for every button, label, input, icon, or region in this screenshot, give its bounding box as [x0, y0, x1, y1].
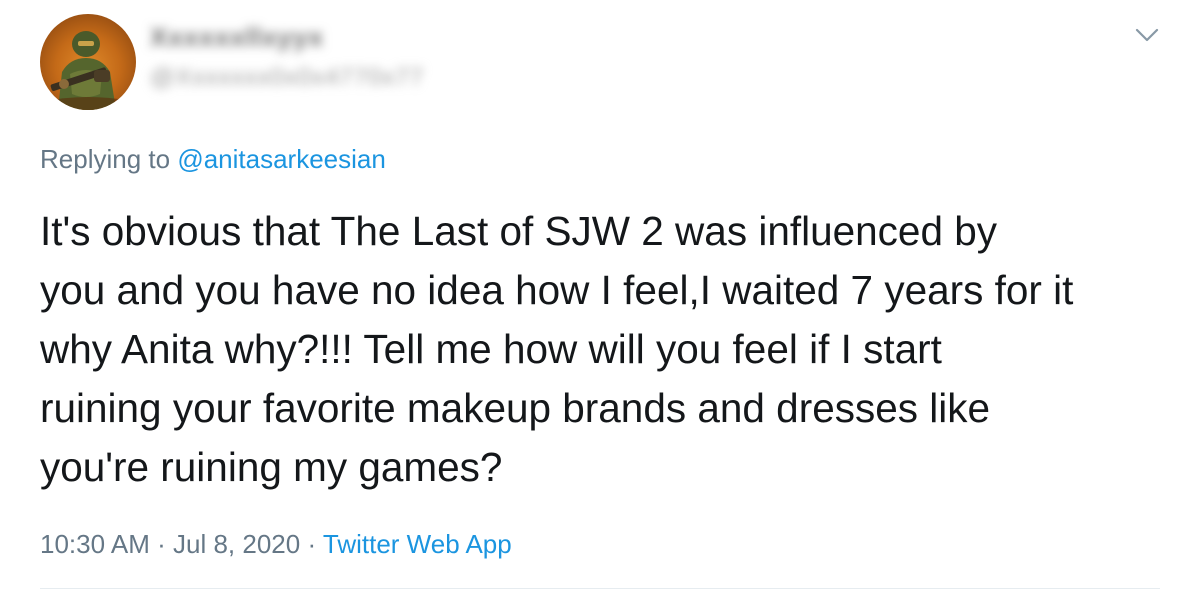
tweet-text-line: you and you have no idea how I feel,I wa… — [40, 267, 1074, 313]
tweet-text-line: you're ruining my games? — [40, 444, 503, 490]
tweet-text-line: It's obvious that The Last of SJW 2 was … — [40, 208, 997, 254]
doom-marine-avatar-icon — [40, 31, 136, 110]
tweet-text-line: ruining your favorite makeup brands and … — [40, 385, 991, 431]
tweet-card: Xxxxxxllxyyx @Xxxxxxx0x0x4770x77 Replyin… — [0, 0, 1200, 600]
meta-separator: · — [157, 529, 166, 559]
tweet-time-link[interactable]: 10:30 AM — [40, 529, 150, 559]
tweet-text: It's obvious that The Last of SJW 2 was … — [40, 202, 1160, 497]
tweet-text-line: why Anita why?!!! Tell me how will you f… — [40, 326, 942, 372]
tweet-source-link[interactable]: Twitter Web App — [323, 529, 512, 559]
tweet-date-link[interactable]: Jul 8, 2020 — [173, 529, 300, 559]
replying-to: Replying to @anitasarkeesian — [40, 144, 386, 175]
author-handle[interactable]: @Xxxxxxx0x0x4770x77 — [150, 64, 424, 92]
avatar[interactable] — [40, 14, 136, 110]
replying-to-label: Replying to — [40, 144, 171, 174]
chevron-down-icon — [1135, 28, 1159, 42]
tweet-meta: 10:30 AM · Jul 8, 2020 · Twitter Web App — [40, 529, 512, 560]
replying-to-handle-link[interactable]: @anitasarkeesian — [177, 144, 386, 174]
author-display-name[interactable]: Xxxxxxllxyyx — [150, 22, 324, 53]
tweet-menu-button[interactable] — [1132, 20, 1162, 50]
meta-separator: · — [307, 529, 317, 559]
divider — [40, 588, 1160, 589]
